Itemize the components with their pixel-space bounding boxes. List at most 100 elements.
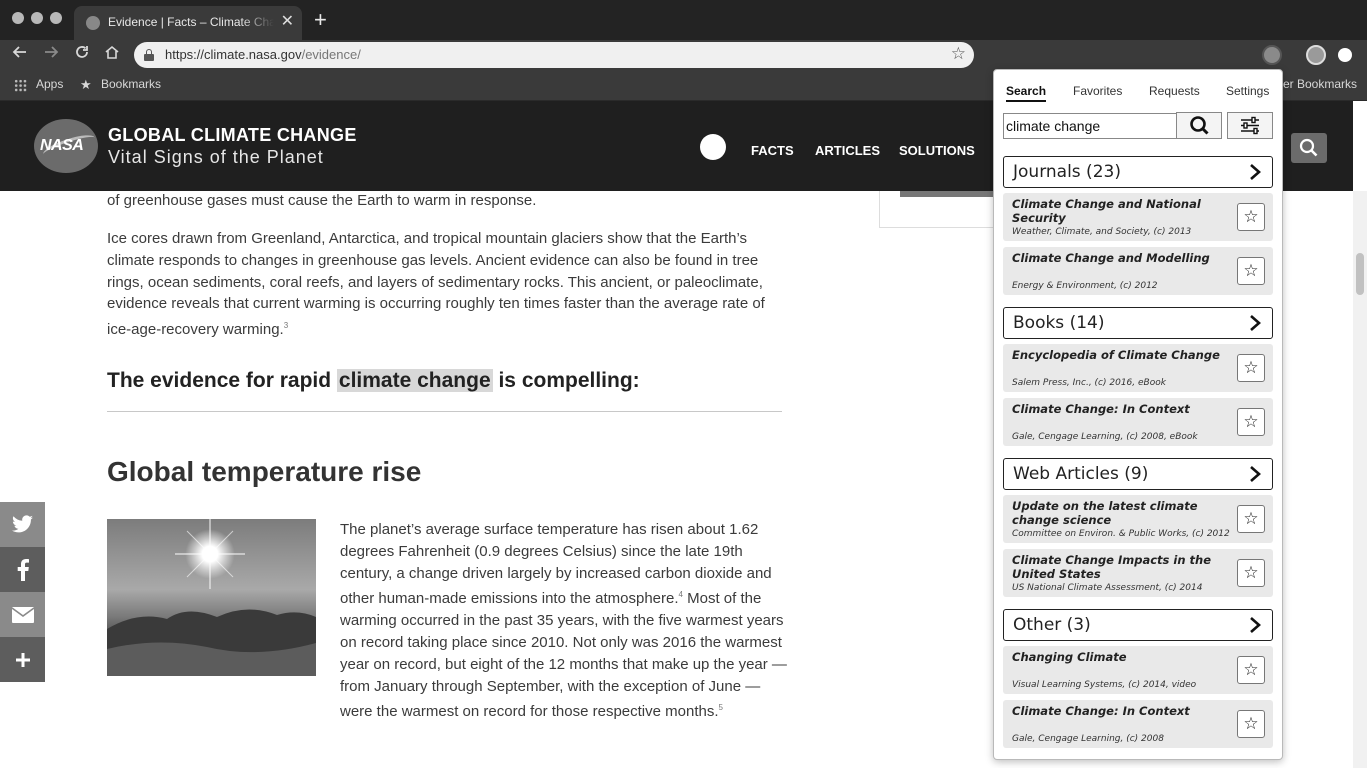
nav-articles[interactable]: ARTICLES xyxy=(815,143,880,158)
section-header-books[interactable]: Books (14) xyxy=(1003,307,1273,339)
favorite-star-icon[interactable]: ☆ xyxy=(1237,408,1265,436)
nav-solutions[interactable]: SOLUTIONS xyxy=(899,143,975,158)
bookmark-star-icon[interactable]: ☆ xyxy=(951,44,966,64)
section-title: Global temperature rise xyxy=(107,456,422,487)
section-title: Web Articles (9) xyxy=(1013,464,1149,484)
favorite-star-icon[interactable]: ☆ xyxy=(1237,559,1265,587)
result-title[interactable]: Update on the latest climate change scie… xyxy=(1012,499,1234,527)
nasa-logo[interactable]: NASA xyxy=(34,119,98,173)
home-icon xyxy=(105,45,119,59)
home-button[interactable] xyxy=(101,44,123,66)
favorite-star-icon[interactable]: ☆ xyxy=(1237,656,1265,684)
tab-requests[interactable]: Requests xyxy=(1149,84,1200,98)
result-title[interactable]: Encyclopedia of Climate Change xyxy=(1012,348,1234,363)
close-window-button[interactable] xyxy=(12,12,24,24)
library-search-panel: Search Favorites Requests Settings Journ… xyxy=(993,69,1283,760)
result-title[interactable]: Climate Change and National Security xyxy=(1012,197,1234,225)
apps-grid-icon xyxy=(14,79,27,92)
email-share-button[interactable] xyxy=(0,592,45,637)
article-paragraph: The planet’s average surface temperature… xyxy=(340,521,787,721)
extension-globe-icon[interactable] xyxy=(1306,45,1326,65)
forward-button[interactable] xyxy=(40,44,62,66)
result-meta: Visual Learning Systems, (c) 2014, video xyxy=(1012,680,1197,690)
reload-icon xyxy=(76,46,88,58)
address-bar[interactable]: https://climate.nasa.gov/evidence/ ☆ xyxy=(134,42,974,68)
tab-settings[interactable]: Settings xyxy=(1226,84,1269,98)
panel-search-button[interactable] xyxy=(1176,112,1222,139)
section-title: Other (3) xyxy=(1013,615,1091,635)
panel-filter-button[interactable] xyxy=(1227,112,1273,139)
twitter-icon xyxy=(11,515,33,533)
desert-sun-photo xyxy=(107,519,316,676)
mail-icon xyxy=(11,607,34,623)
planet-icon[interactable] xyxy=(700,134,726,160)
section-title: Journals (23) xyxy=(1013,162,1121,182)
section-header-other[interactable]: Other (3) xyxy=(1003,609,1273,641)
favorite-star-icon[interactable]: ☆ xyxy=(1237,710,1265,738)
result-meta: Committee on Environ. & Public Works, (c… xyxy=(1012,529,1230,539)
result-meta: Salem Press, Inc., (c) 2016, eBook xyxy=(1012,378,1166,388)
result-title[interactable]: Climate Change: In Context xyxy=(1012,704,1234,719)
nav-facts[interactable]: FACTS xyxy=(751,143,794,158)
favorite-star-icon[interactable]: ☆ xyxy=(1237,257,1265,285)
facebook-share-button[interactable] xyxy=(0,547,45,592)
panel-search-input[interactable] xyxy=(1003,113,1177,139)
result-item[interactable]: Climate Change and Modelling Energy & En… xyxy=(1003,247,1273,295)
section-header-web-articles[interactable]: Web Articles (9) xyxy=(1003,458,1273,490)
page-scrollbar[interactable] xyxy=(1353,191,1367,768)
result-item[interactable]: Climate Change: In Context Gale, Cengage… xyxy=(1003,700,1273,748)
footnote-link[interactable]: 5 xyxy=(719,703,723,712)
twitter-share-button[interactable] xyxy=(0,502,45,547)
result-meta: Energy & Environment, (c) 2012 xyxy=(1012,281,1158,291)
favorite-star-icon[interactable]: ☆ xyxy=(1237,354,1265,382)
favorite-star-icon[interactable]: ☆ xyxy=(1237,505,1265,533)
result-meta: Gale, Cengage Learning, (c) 2008, eBook xyxy=(1012,432,1198,442)
article-paragraph: of greenhouse gases must cause the Earth… xyxy=(107,192,537,209)
result-item[interactable]: Encyclopedia of Climate Change Salem Pre… xyxy=(1003,344,1273,392)
section-title: Books (14) xyxy=(1013,313,1105,333)
browser-tab[interactable]: Evidence | Facts – Climate Change: Vital… xyxy=(74,6,302,40)
chevron-right-icon xyxy=(1250,164,1261,180)
bookmark-apps[interactable]: Apps xyxy=(36,77,63,91)
tab-title: Evidence | Facts – Climate Change: Vital… xyxy=(108,15,274,29)
result-item[interactable]: Update on the latest climate change scie… xyxy=(1003,495,1273,543)
facebook-icon xyxy=(17,559,29,581)
more-share-button[interactable] xyxy=(0,637,45,682)
browser-toolbar: https://climate.nasa.gov/evidence/ ☆ xyxy=(0,40,1367,70)
result-item[interactable]: Climate Change and National Security Wea… xyxy=(1003,193,1273,241)
forward-arrow-icon xyxy=(45,46,59,58)
highlighted-phrase: climate change xyxy=(336,369,493,392)
tab-search[interactable]: Search xyxy=(1006,84,1047,102)
site-subtitle: Vital Signs of the Planet xyxy=(108,147,324,167)
minimize-window-button[interactable] xyxy=(31,12,43,24)
back-button[interactable] xyxy=(9,44,31,66)
tab-close-icon[interactable]: ✕ xyxy=(281,12,294,32)
extension-circle-icon[interactable] xyxy=(1338,48,1352,62)
result-title[interactable]: Changing Climate xyxy=(1012,650,1234,665)
result-item[interactable]: Changing Climate Visual Learning Systems… xyxy=(1003,646,1273,694)
favorite-star-icon[interactable]: ☆ xyxy=(1237,203,1265,231)
maximize-window-button[interactable] xyxy=(50,12,62,24)
reload-button[interactable] xyxy=(71,44,93,66)
divider xyxy=(107,411,782,412)
search-icon xyxy=(1190,116,1209,135)
section-header-journals[interactable]: Journals (23) xyxy=(1003,156,1273,188)
new-tab-button[interactable]: + xyxy=(314,9,327,31)
bookmark-bookmarks[interactable]: Bookmarks xyxy=(101,77,161,91)
result-title[interactable]: Climate Change and Modelling xyxy=(1012,251,1234,266)
bookmark-star-icon: ★ xyxy=(80,77,92,92)
other-bookmarks[interactable]: er Bookmarks xyxy=(1283,77,1357,91)
site-title[interactable]: GLOBAL CLIMATE CHANGE xyxy=(108,125,357,146)
site-search-button[interactable] xyxy=(1291,133,1327,163)
result-title[interactable]: Climate Change: In Context xyxy=(1012,402,1234,417)
result-item[interactable]: Climate Change: In Context Gale, Cengage… xyxy=(1003,398,1273,446)
footnote-link[interactable]: 3 xyxy=(284,321,288,330)
url-text[interactable]: https://climate.nasa.gov/evidence/ xyxy=(165,47,361,62)
result-item[interactable]: Climate Change Impacts in the United Sta… xyxy=(1003,549,1273,597)
favicon-icon xyxy=(86,16,100,30)
profile-avatar-icon[interactable] xyxy=(1262,45,1282,65)
result-title[interactable]: Climate Change Impacts in the United Sta… xyxy=(1012,553,1234,581)
tab-favorites[interactable]: Favorites xyxy=(1073,84,1122,98)
result-meta: Weather, Climate, and Society, (c) 2013 xyxy=(1012,227,1192,237)
scrollbar-thumb[interactable] xyxy=(1356,253,1364,295)
